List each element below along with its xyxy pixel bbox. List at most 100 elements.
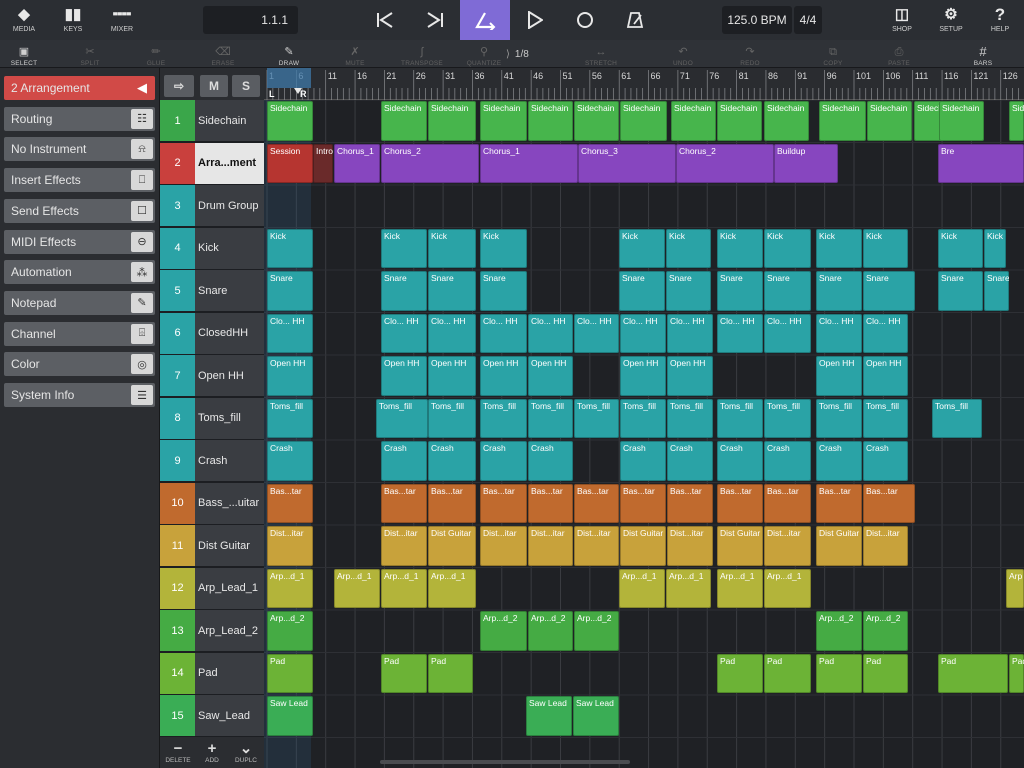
track-row[interactable]: 7 Open HH [160, 355, 264, 396]
clip-t14[interactable]: Pad [717, 653, 763, 693]
clip-t11[interactable]: Dist Guitar [816, 526, 862, 566]
clip-t11[interactable]: Dist Guitar [428, 526, 476, 566]
clip-t9[interactable]: Crash [428, 441, 476, 481]
clip-t2[interactable]: Session [267, 143, 313, 183]
clip-t4[interactable]: Kick [863, 228, 908, 268]
track-row[interactable]: 4 Kick [160, 227, 264, 269]
clip-t6[interactable]: Clo... HH [816, 313, 862, 353]
stretch-tool[interactable]: ↔ STRETCH [580, 40, 622, 68]
clip-t14[interactable]: Pad [428, 653, 473, 693]
clip-t11[interactable]: Dist...itar [480, 526, 527, 566]
metronome-button[interactable] [610, 0, 660, 40]
clip-t1[interactable]: Sidechain [267, 101, 313, 141]
clip-t4[interactable]: Kick [480, 228, 527, 268]
global-solo-button[interactable]: S [232, 75, 260, 97]
clip-t5[interactable]: Snare [619, 271, 665, 311]
undo-button[interactable]: ↶ UNDO [665, 40, 701, 68]
clip-t8[interactable]: Toms_fill [667, 398, 713, 438]
clip-t9[interactable]: Crash [764, 441, 811, 481]
clip-t12[interactable]: Arp...d_1 [666, 568, 711, 608]
clip-t9[interactable]: Crash [267, 441, 313, 481]
track-row[interactable]: 11 Dist Guitar [160, 525, 264, 566]
clip-t11[interactable]: Dist...itar [267, 526, 313, 566]
clip-t15[interactable]: Saw Lead [526, 696, 572, 736]
inspector-item-automation[interactable]: Automation ⁂ [4, 260, 155, 285]
clip-t9[interactable]: Crash [381, 441, 427, 481]
clip-t5[interactable]: Snare [984, 271, 1009, 311]
cycle-button[interactable] [460, 0, 510, 40]
clip-t4[interactable]: Kick [381, 228, 427, 268]
clip-t13[interactable]: Arp...d_2 [480, 611, 527, 651]
clip-t14[interactable]: Pad [816, 653, 862, 693]
horizontal-scrollbar[interactable] [380, 760, 630, 764]
copy-button[interactable]: ⧉ COPY [815, 40, 851, 68]
clip-t12[interactable]: Arp [1006, 568, 1024, 608]
clip-t6[interactable]: Clo... HH [717, 313, 763, 353]
clip-t11[interactable]: Dist...itar [528, 526, 573, 566]
clip-t1[interactable]: Sidechain [620, 101, 667, 141]
quantize-value-selector[interactable]: ⟩ 1/8 [506, 44, 538, 64]
clip-t4[interactable]: Kick [984, 228, 1006, 268]
clip-t9[interactable]: Crash [620, 441, 666, 481]
clip-t4[interactable]: Kick [428, 228, 476, 268]
go-to-start-button[interactable] [360, 0, 410, 40]
clip-t10[interactable]: Bas...tar [528, 483, 573, 523]
clip-t7[interactable]: Open HH [428, 356, 476, 396]
clip-t2[interactable]: Bre [938, 143, 1024, 183]
track-row[interactable]: 8 Toms_fill [160, 397, 264, 439]
clip-t8[interactable]: Toms_fill [267, 398, 313, 438]
clip-t8[interactable]: Toms_fill [376, 398, 428, 438]
clip-t12[interactable]: Arp...d_1 [717, 568, 763, 608]
clip-t6[interactable]: Clo... HH [574, 313, 619, 353]
clip-t7[interactable]: Open HH [480, 356, 527, 396]
glue-tool[interactable]: ✏ GLUE [138, 40, 174, 68]
split-tool[interactable]: ✂ SPLIT [72, 40, 108, 68]
clip-t7[interactable]: Open HH [667, 356, 713, 396]
inspector-item-system-info[interactable]: System Info ☰ [4, 383, 155, 407]
add-track-button[interactable]: + ADD [195, 737, 229, 768]
clip-t5[interactable]: Snare [863, 271, 915, 311]
clip-t11[interactable]: Dist...itar [863, 526, 908, 566]
clip-t13[interactable]: Arp...d_2 [528, 611, 573, 651]
track-row[interactable]: 12 Arp_Lead_1 [160, 567, 264, 609]
draw-tool[interactable]: ✎ DRAW [271, 40, 307, 68]
clip-t8[interactable]: Toms_fill [932, 398, 982, 438]
clip-t6[interactable]: Clo... HH [764, 313, 811, 353]
clip-t1[interactable]: Sidechain [671, 101, 716, 141]
clip-t10[interactable]: Bas...tar [381, 483, 427, 523]
clip-t6[interactable]: Clo... HH [667, 313, 713, 353]
clip-t9[interactable]: Crash [816, 441, 862, 481]
track-row[interactable]: 15 Saw_Lead [160, 695, 264, 736]
track-row[interactable]: 14 Pad [160, 652, 264, 694]
track-row[interactable]: 5 Snare [160, 270, 264, 311]
clip-t8[interactable]: Toms_fill [717, 398, 763, 438]
track-row[interactable]: 1 Sidechain [160, 100, 264, 141]
clip-t8[interactable]: Toms_fill [528, 398, 573, 438]
clip-t6[interactable]: Clo... HH [267, 313, 313, 353]
clip-t11[interactable]: Dist Guitar [717, 526, 763, 566]
clip-t5[interactable]: Snare [816, 271, 862, 311]
clip-t8[interactable]: Toms_fill [620, 398, 666, 438]
paste-button[interactable]: ⎙ PASTE [881, 40, 917, 68]
shop-button[interactable]: ◫ SHOP [884, 0, 920, 40]
clip-t10[interactable]: Bas...tar [620, 483, 666, 523]
clip-t4[interactable]: Kick [267, 228, 313, 268]
go-to-end-button[interactable] [410, 0, 460, 40]
clip-t10[interactable]: Bas...tar [764, 483, 811, 523]
global-mute-button[interactable]: M [200, 75, 228, 97]
redo-button[interactable]: ↷ REDO [732, 40, 768, 68]
clip-t1[interactable]: Sidechain [428, 101, 476, 141]
delete-track-button[interactable]: − DELETE [161, 737, 195, 768]
clip-t9[interactable]: Crash [667, 441, 713, 481]
transpose-tool[interactable]: ∫ TRANSPOSE [400, 40, 444, 68]
clip-t8[interactable]: Toms_fill [863, 398, 908, 438]
clip-t8[interactable]: Toms_fill [816, 398, 862, 438]
clip-t1[interactable]: Sid [1009, 101, 1024, 141]
clip-t5[interactable]: Snare [717, 271, 763, 311]
bars-button[interactable]: # BARS [965, 40, 1001, 68]
clip-t14[interactable]: Pad [764, 653, 811, 693]
clip-t8[interactable]: Toms_fill [480, 398, 527, 438]
clip-t2[interactable]: Buildup [774, 143, 838, 183]
position-display[interactable]: 1.1.1 [203, 6, 298, 34]
help-button[interactable]: ? HELP [982, 0, 1018, 40]
